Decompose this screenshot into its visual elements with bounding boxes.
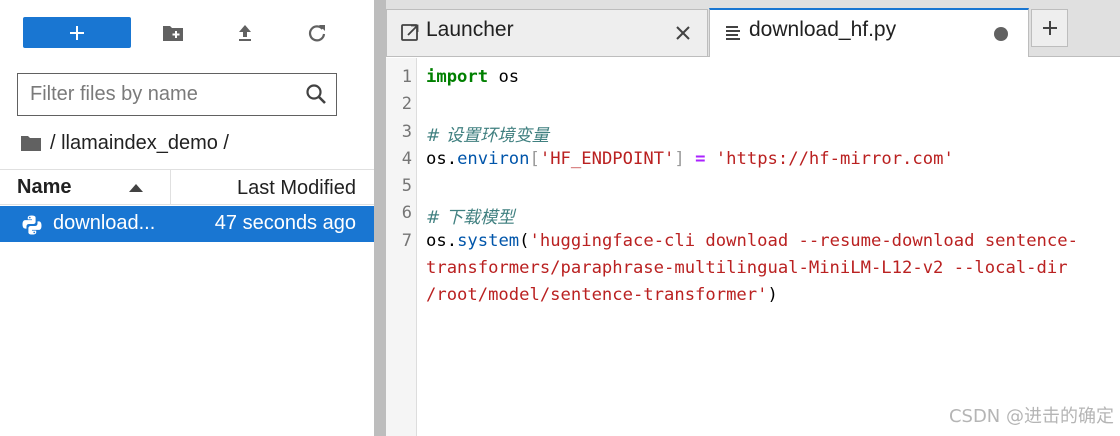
tab-label: Launcher — [426, 18, 514, 41]
line-number-gutter: 1 2 3 4 5 6 7 — [386, 58, 417, 436]
plus-icon — [1042, 21, 1057, 35]
upload-button[interactable] — [233, 21, 257, 45]
string-token: 'https://hf-mirror.com' — [715, 149, 954, 169]
breadcrumb[interactable]: / llamaindex_demo / — [20, 129, 229, 157]
file-filter-box — [17, 73, 337, 116]
main-dock-area: Launcher download_hf.py 1 2 3 4 5 6 7 im… — [386, 0, 1120, 436]
code-token: ( — [519, 231, 530, 251]
text-file-icon — [726, 26, 740, 40]
keyword-token: import — [426, 67, 489, 87]
code-editor[interactable]: 1 2 3 4 5 6 7 import os # 设置环境变量 os.envi… — [386, 58, 1120, 436]
line-number: 6 — [401, 203, 412, 223]
launcher-icon — [401, 24, 419, 41]
line-number: 4 — [401, 149, 412, 169]
code-token: . — [446, 149, 458, 169]
python-file-icon — [22, 215, 42, 235]
new-folder-icon — [163, 26, 183, 41]
folder-icon — [21, 136, 41, 151]
tab-label: download_hf.py — [749, 18, 897, 41]
close-icon[interactable] — [674, 24, 692, 42]
code-line-3: # 设置环境变量 — [426, 121, 549, 146]
sort-ascending-icon — [129, 184, 143, 192]
tab-download-hf-py[interactable]: download_hf.py — [709, 8, 1029, 57]
last-modified-column-header[interactable]: Last Modified — [237, 177, 356, 200]
code-token: . — [446, 231, 458, 251]
plus-icon — [70, 25, 84, 40]
unsaved-indicator-icon[interactable] — [994, 27, 1008, 41]
string-token: 'huggingface-cli download --resume-downl… — [529, 231, 1078, 251]
code-token: ) — [767, 285, 778, 305]
bracket-token: [ — [529, 149, 540, 169]
string-token: transformers/paraphrase-multilingual-Min… — [426, 258, 1068, 278]
new-tab-button[interactable] — [1031, 9, 1068, 47]
new-launcher-button[interactable] — [23, 17, 131, 48]
attribute-token: environ — [457, 149, 530, 169]
watermark: CSDN @进击的确定 — [948, 406, 1114, 427]
tab-launcher[interactable]: Launcher — [386, 9, 708, 56]
code-token: os — [488, 67, 520, 87]
comment-token: # 设置环境变量 — [426, 126, 549, 146]
code-line-4: os.environ['HF_ENDPOINT'] = 'https://hf-… — [426, 149, 954, 169]
comment-token: # 下载模型 — [426, 208, 515, 228]
bracket-token: ] — [674, 149, 685, 169]
code-line-7-wrap-2: /root/model/sentence-transformer') — [426, 285, 778, 305]
code-token: os — [426, 149, 447, 169]
attribute-token: system — [457, 231, 520, 251]
refresh-icon — [308, 25, 326, 42]
line-number: 1 — [401, 67, 412, 87]
code-line-7-wrap-1: transformers/paraphrase-multilingual-Min… — [426, 258, 1068, 278]
name-column-header[interactable]: Name — [17, 176, 71, 199]
file-list-header: Name Last Modified — [0, 169, 374, 205]
upload-icon — [239, 25, 251, 41]
line-number: 5 — [401, 176, 412, 196]
new-folder-button[interactable] — [161, 21, 185, 45]
search-icon — [306, 84, 326, 104]
file-modified-time: 47 seconds ago — [214, 212, 356, 234]
code-token: os — [426, 231, 447, 251]
file-browser-panel: / llamaindex_demo / Name Last Modified d… — [0, 0, 374, 436]
code-line-6: # 下载模型 — [426, 203, 515, 228]
tab-bar: Launcher download_hf.py — [386, 0, 1120, 57]
operator-token: = — [684, 149, 716, 169]
line-number: 3 — [401, 122, 412, 142]
refresh-button[interactable] — [305, 21, 329, 45]
file-list-item[interactable]: download... 47 seconds ago — [0, 206, 374, 242]
line-number: 7 — [401, 231, 412, 251]
string-token: /root/model/sentence-transformer' — [426, 285, 768, 305]
panel-splitter[interactable] — [374, 0, 386, 436]
code-line-7: os.system('huggingface-cli download --re… — [426, 231, 1078, 251]
file-name: download... — [53, 212, 156, 234]
file-browser-toolbar — [0, 0, 374, 66]
line-number: 2 — [401, 94, 412, 114]
filter-files-input[interactable] — [30, 74, 300, 115]
code-line-1: import os — [426, 67, 519, 87]
column-divider[interactable] — [170, 170, 171, 204]
string-token: 'HF_ENDPOINT' — [539, 149, 675, 169]
breadcrumb-path[interactable]: / llamaindex_demo / — [50, 132, 229, 155]
